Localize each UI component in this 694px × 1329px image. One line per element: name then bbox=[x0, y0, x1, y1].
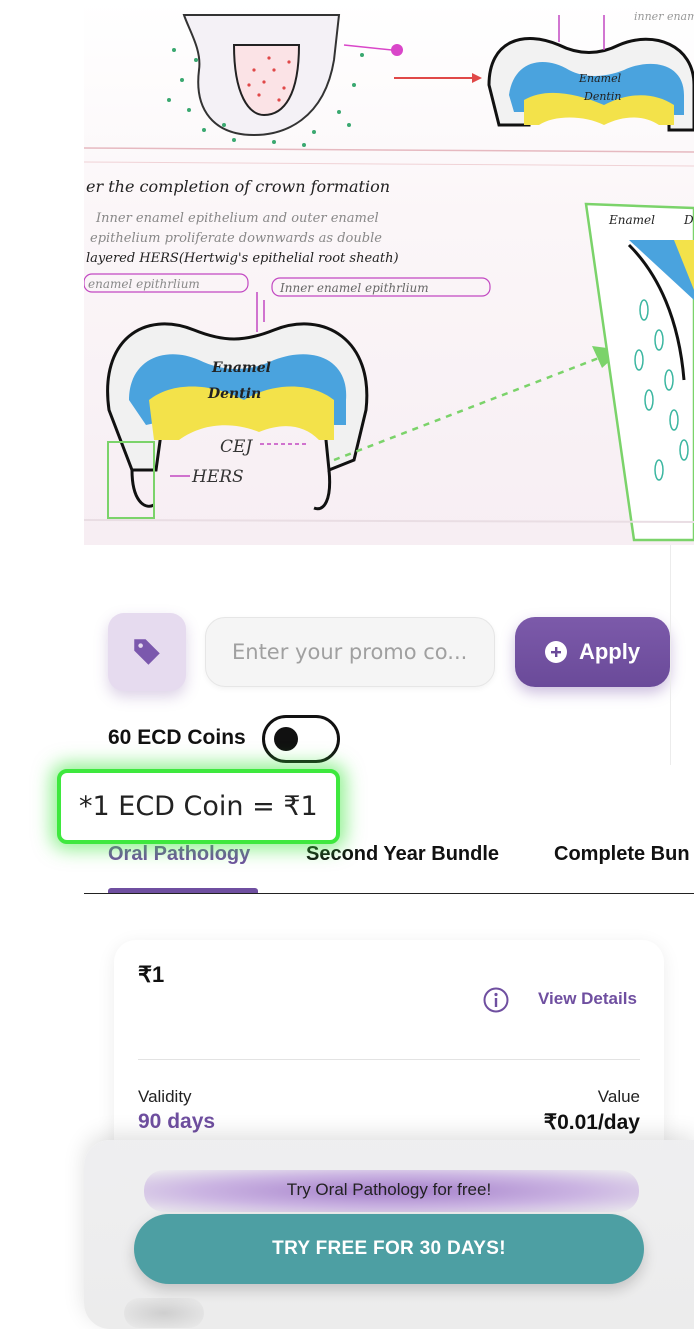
bundle-tabs: Oral Pathology Second Year Bundle Comple… bbox=[84, 838, 694, 894]
note-line-2: epithelium proliferate downwards as doub… bbox=[90, 231, 382, 246]
validity-value: 90 days bbox=[138, 1110, 216, 1133]
toggle-knob bbox=[274, 727, 298, 751]
promo-code-input[interactable] bbox=[205, 617, 495, 687]
promo-tag-button[interactable] bbox=[108, 613, 186, 691]
card-divider bbox=[138, 1059, 640, 1060]
zoom-panel-drawing: Enamel D bbox=[584, 202, 694, 542]
hers-label: HERS bbox=[191, 467, 244, 487]
inner-epithelium-label: Inner enamel epithrlium bbox=[279, 281, 429, 295]
tab-complete-bundle[interactable]: Complete Bun bbox=[554, 843, 690, 866]
note-line-3: layered HERS(Hertwig's epithelial root s… bbox=[86, 251, 399, 266]
zoom-enamel-label: Enamel bbox=[608, 213, 655, 227]
tab-second-year-bundle[interactable]: Second Year Bundle bbox=[306, 843, 499, 866]
ecd-coins-toggle[interactable] bbox=[262, 715, 340, 763]
view-details-link[interactable]: View Details bbox=[538, 989, 637, 1009]
ecd-coins-label: 60 ECD Coins bbox=[108, 726, 246, 749]
tag-icon bbox=[134, 639, 160, 665]
apply-label: Apply bbox=[578, 639, 641, 664]
tooth-development-illustration: Enamel Dentin inner enamel er the comple… bbox=[84, 0, 694, 545]
value-label: Value bbox=[597, 1087, 640, 1106]
illustration-heading: er the completion of crown formation bbox=[86, 177, 390, 196]
free-trial-sheet: Try Oral Pathology for free! TRY FREE FO… bbox=[84, 1140, 694, 1329]
plus-circle-icon bbox=[544, 641, 567, 663]
note-line-1: Inner enamel epithelium and outer enamel bbox=[95, 211, 379, 226]
info-icon[interactable] bbox=[482, 986, 510, 1014]
top-corner-label: inner enamel bbox=[634, 10, 694, 23]
try-free-button[interactable]: TRY FREE FOR 30 DAYS! bbox=[134, 1214, 644, 1284]
dentin-label: Dentin bbox=[207, 386, 261, 402]
coin-conversion-note: *1 ECD Coin = ₹1 bbox=[57, 769, 340, 844]
top-dentin-label: Dentin bbox=[583, 90, 621, 103]
divider bbox=[670, 545, 671, 765]
top-enamel-label: Enamel bbox=[578, 72, 622, 85]
apply-button[interactable]: Apply bbox=[515, 617, 670, 687]
tooth-germ-drawing bbox=[167, 14, 403, 147]
tab-oral-pathology[interactable]: Oral Pathology bbox=[108, 843, 250, 866]
sheet-shadow bbox=[124, 1298, 204, 1328]
outer-epithelium-label: enamel epithrlium bbox=[88, 277, 200, 291]
cej-label: CEJ bbox=[220, 437, 253, 457]
validity-label: Validity bbox=[138, 1087, 192, 1106]
plan-price: ₹1 bbox=[138, 962, 165, 987]
checkout-screen: Enamel Dentin inner enamel er the comple… bbox=[0, 0, 694, 1329]
value-per-day: ₹0.01/day bbox=[543, 1111, 640, 1134]
free-trial-text: Try Oral Pathology for free! bbox=[286, 1180, 492, 1199]
crown-drawing-main: Enamel Dentin CEJ HERS bbox=[106, 322, 369, 519]
enamel-label: Enamel bbox=[211, 360, 271, 376]
crown-drawing-top: Enamel Dentin inner enamel bbox=[487, 10, 694, 132]
tabs-divider bbox=[84, 893, 694, 894]
zoom-d-label: D bbox=[683, 213, 694, 227]
